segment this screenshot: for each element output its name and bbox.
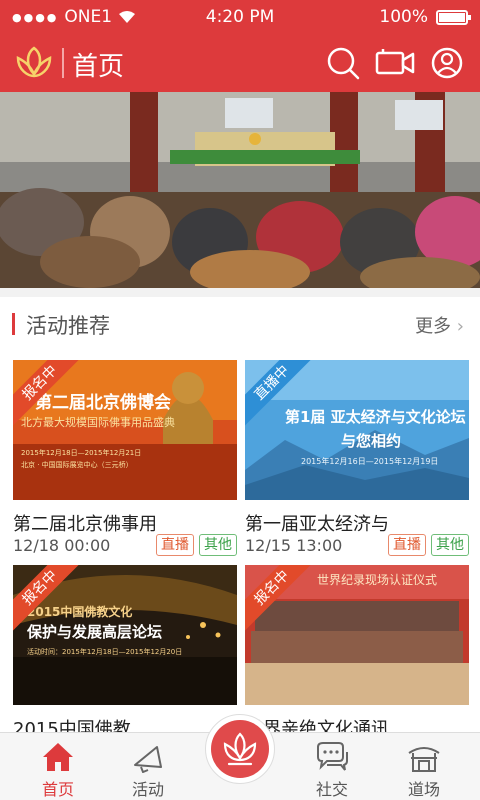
poster-subtitle: 与您相约 [341, 432, 402, 450]
battery-icon [436, 9, 471, 25]
activity-date: 12/15 13:00 [245, 536, 343, 555]
activity-poster: 第二届北京佛博会 北方最大规模国际佛事用品盛典 2015年12月18日—2015… [13, 360, 237, 500]
poster-subtitle: 北方最大规模国际佛事用品盛典 [21, 416, 175, 429]
section-header: 活动推荐 更多 › [0, 297, 480, 349]
activity-title: 第一届亚太经济与 [245, 514, 389, 535]
poster-title: 第二届北京佛博会 [35, 393, 171, 413]
nav-temple[interactable]: 道场 [376, 733, 472, 800]
ceremony-hall-photo [0, 92, 480, 288]
nav-label: 首页 [41, 780, 74, 799]
activity-card[interactable]: 2015中国佛教文化 保护与发展高层论坛 活动时间：2015年12月18日—20… [13, 565, 237, 740]
center-lotus-button[interactable] [205, 714, 275, 784]
poster-place: 北京 · 中国国际展览中心（三元桥） [21, 461, 133, 469]
nav-label: 活动 [131, 780, 164, 799]
activity-title: 第二届北京佛事用 [13, 514, 157, 535]
activity-card[interactable]: 第1届 亚太经济与文化论坛 与您相约 2015年12月16日—2015年12月1… [245, 360, 469, 570]
more-link[interactable]: 更多 › [415, 312, 464, 338]
video-camera-icon[interactable] [375, 46, 415, 80]
hero-banner[interactable] [0, 92, 480, 288]
page-title: 首页 [72, 52, 125, 82]
app-header: 首页 [0, 34, 480, 92]
lotus-icon [223, 732, 257, 766]
activity-card[interactable]: 第二届北京佛博会 北方最大规模国际佛事用品盛典 2015年12月18日—2015… [13, 360, 237, 570]
nav-home[interactable]: 首页 [10, 733, 106, 800]
battery-percent: 100% [379, 7, 428, 27]
poster-title: 世界纪录现场认证仪式 [317, 573, 438, 587]
section-accent-bar [12, 313, 15, 335]
poster-date: 活动时间：2015年12月18日—2015年12月20日 [27, 648, 183, 656]
chat-icon [317, 742, 348, 771]
nav-label: 道场 [407, 780, 440, 799]
nav-label: 社交 [315, 780, 348, 799]
poster-subtitle: 保护与发展高层论坛 [27, 623, 163, 641]
poster-title: 第1届 亚太经济与文化论坛 [285, 408, 466, 426]
activity-card[interactable]: 世界纪录现场认证仪式 报名中 世界亲绝文化通讯 [245, 565, 469, 740]
activity-date: 12/18 00:00 [13, 536, 111, 555]
poster-title: 2015中国佛教文化 [27, 605, 133, 619]
nav-activities[interactable]: 活动 [100, 733, 196, 800]
home-icon [43, 743, 73, 771]
temple-icon [408, 747, 440, 772]
section-title: 活动推荐 [26, 314, 110, 338]
search-icon[interactable] [326, 46, 360, 80]
lotus-logo-icon [16, 46, 52, 78]
category-tag: 其他 [199, 534, 237, 556]
more-label: 更多 [415, 316, 452, 337]
user-profile-icon[interactable] [430, 46, 464, 80]
poster-date: 2015年12月18日—2015年12月21日 [21, 449, 142, 457]
activity-poster: 第1届 亚太经济与文化论坛 与您相约 2015年12月16日—2015年12月1… [245, 360, 469, 500]
activity-poster: 世界纪录现场认证仪式 报名中 [245, 565, 469, 705]
nav-social[interactable]: 社交 [284, 733, 380, 800]
megaphone-icon [134, 746, 162, 773]
live-tag: 直播 [388, 534, 426, 556]
status-bar: ●●●● ONE1 4:20 PM 100% [0, 0, 480, 34]
chevron-right-icon: › [456, 316, 464, 337]
poster-date: 2015年12月16日—2015年12月19日 [301, 457, 439, 466]
header-divider [62, 48, 64, 78]
live-tag: 直播 [156, 534, 194, 556]
center-button-face [211, 720, 269, 778]
category-tag: 其他 [431, 534, 469, 556]
activity-poster: 2015中国佛教文化 保护与发展高层论坛 活动时间：2015年12月18日—20… [13, 565, 237, 705]
